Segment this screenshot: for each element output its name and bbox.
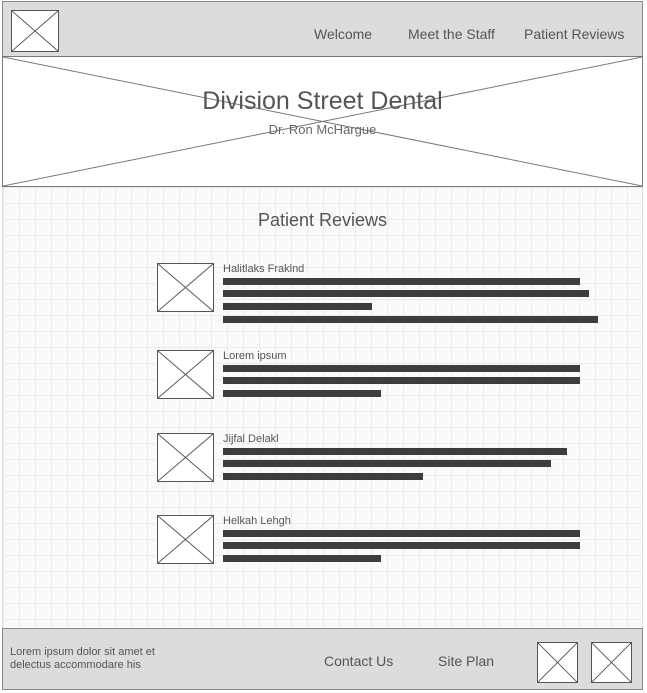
- review-text-line: [223, 316, 598, 323]
- footer-text: Lorem ipsum dolor sit amet et delectus a…: [10, 646, 155, 671]
- site-subtitle: Dr. Ron McHargue: [268, 122, 377, 137]
- review-text-line: [223, 460, 551, 467]
- nav-meet-the-staff[interactable]: Meet the Staff: [408, 26, 495, 42]
- review-text-line: [223, 365, 580, 372]
- reviewer-name: Helkah Lehgh: [223, 515, 291, 527]
- review-text-line: [223, 542, 580, 549]
- review-text-line: [223, 303, 372, 310]
- reviewer-photo: [157, 515, 214, 564]
- header: Welcome Meet the Staff Patient Reviews: [2, 1, 643, 57]
- reviewer-name: Lorem ipsum: [223, 350, 287, 362]
- footer: Lorem ipsum dolor sit amet et delectus a…: [2, 628, 643, 690]
- review-text-line: [223, 448, 567, 455]
- review-text-line: [223, 377, 580, 384]
- social-icon[interactable]: [591, 642, 632, 683]
- nav-welcome[interactable]: Welcome: [314, 26, 372, 42]
- reviewer-name: Halitlaks Fraklnd: [223, 263, 305, 275]
- social-icon[interactable]: [537, 642, 578, 683]
- contact-us-link[interactable]: Contact Us: [324, 653, 393, 669]
- review-text-line: [223, 530, 580, 537]
- logo-image[interactable]: [11, 10, 59, 52]
- section-title: Patient Reviews: [257, 210, 388, 230]
- review-text-line: [223, 473, 423, 480]
- reviewer-photo: [157, 433, 214, 482]
- main-content: Patient Reviews Halitlaks Fraklnd Lorem …: [2, 187, 643, 628]
- reviewer-photo: [157, 263, 214, 312]
- site-title: Division Street Dental: [202, 87, 443, 115]
- nav-patient-reviews[interactable]: Patient Reviews: [524, 26, 624, 42]
- review-text-line: [223, 555, 381, 562]
- site-plan-link[interactable]: Site Plan: [438, 653, 494, 669]
- review-text-line: [223, 278, 580, 285]
- reviewer-name: Jijfal Delakl: [223, 433, 279, 445]
- reviewer-photo: [157, 350, 214, 399]
- review-text-line: [223, 390, 381, 397]
- review-text-line: [223, 290, 589, 297]
- hero-banner: Division Street Dental Dr. Ron McHargue: [2, 56, 643, 187]
